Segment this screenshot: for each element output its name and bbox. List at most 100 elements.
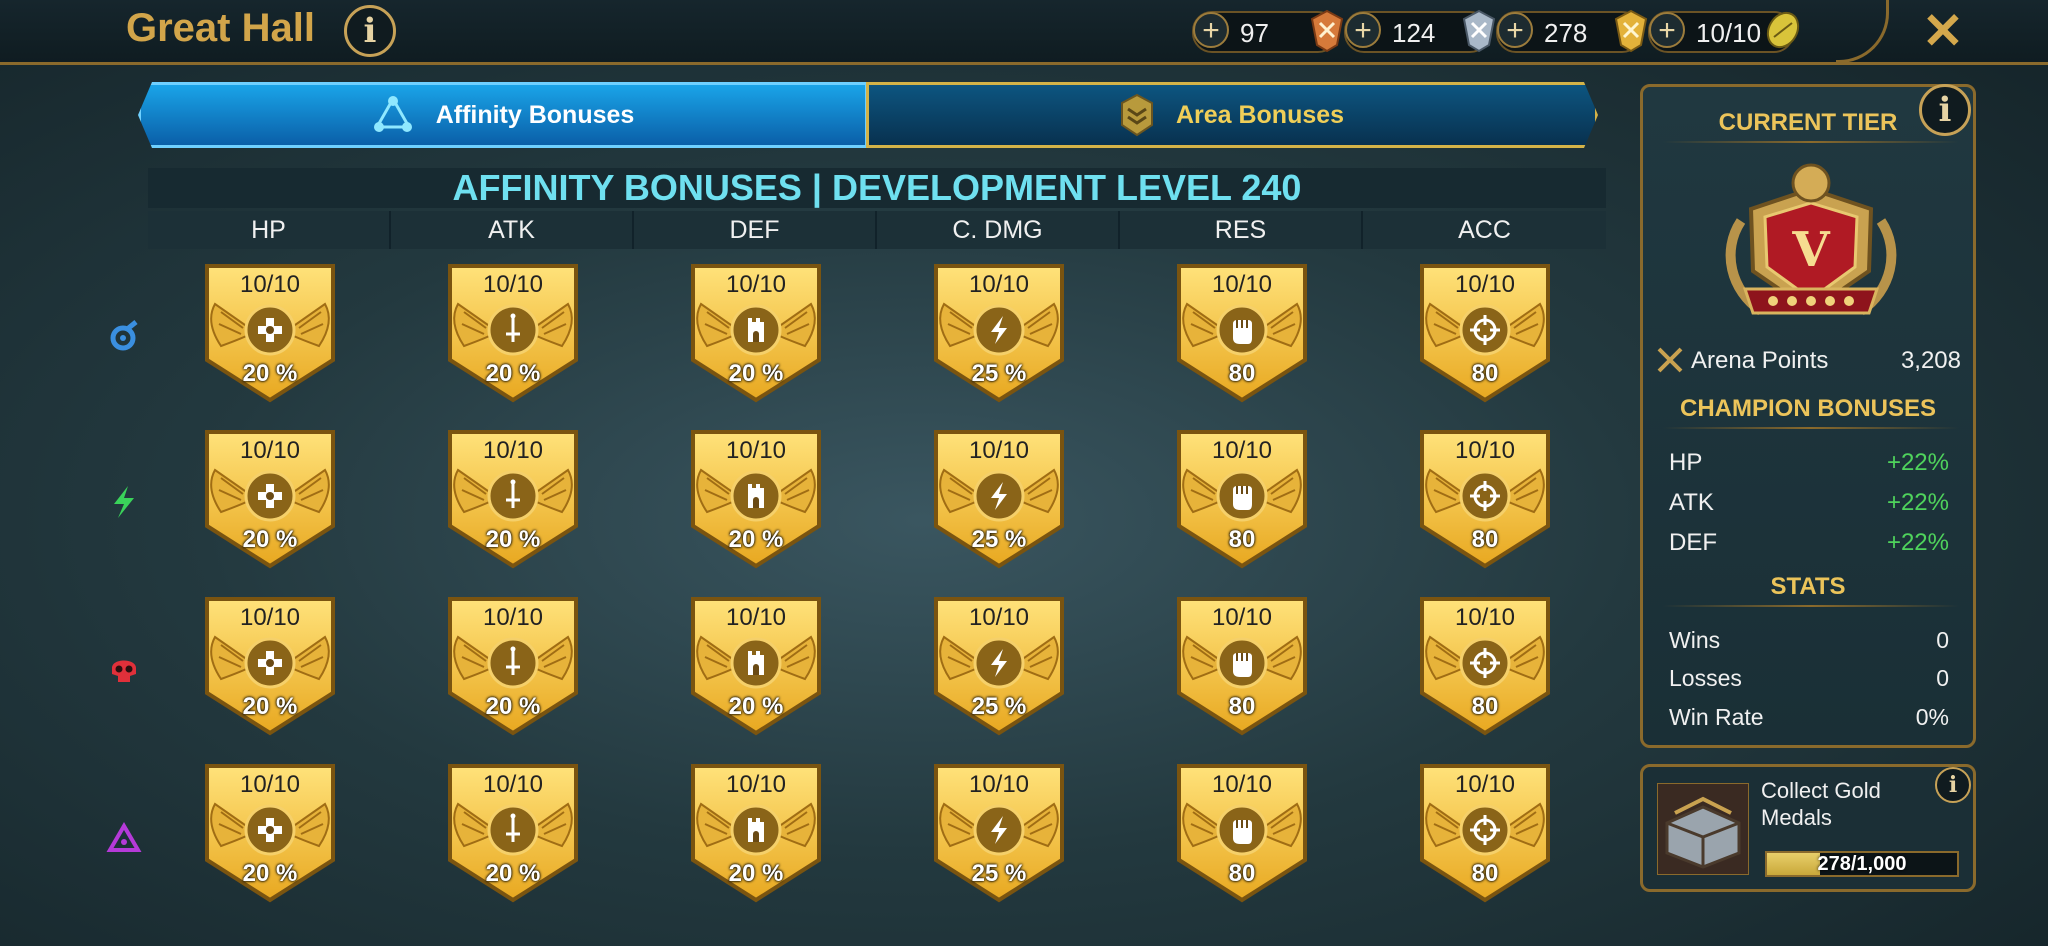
bonus-badge[interactable]: 10/10 80 [1175,595,1309,737]
badge-bonus: 20 % [728,526,784,553]
bonus-value: +22% [1886,529,1949,556]
stat-label: Win Rate [1669,704,1764,730]
resource-bronze: + 97 [1192,9,1344,53]
badge-bonus: 20 % [728,360,784,387]
badge-bonus: 20 % [485,860,541,887]
badge-bonus: 20 % [242,526,298,553]
champion-bonuses-label: CHAMPION BONUSES [1679,395,1937,422]
bonus-badge[interactable]: 10/10 80 [1175,428,1309,570]
bonus-badge[interactable]: 10/10 20 % [689,428,823,570]
bonus-badge[interactable]: 10/10 80 [1175,762,1309,904]
badge-bonus: 20 % [728,860,784,887]
bonus-badge[interactable]: 10/10 80 [1418,428,1552,570]
badge-bonus: 25 % [971,860,1027,887]
top-bar: Great Hall i + 97 + 124 + 278 + 10/10 ✕ [0,0,2048,65]
badge-level: 10/10 [1211,271,1273,298]
magic-affinity-icon [110,320,138,351]
bonus-badge[interactable]: 10/10 20 % [203,595,337,737]
bonus-row: DEF +22% [1669,529,1949,557]
badge-level: 10/10 [725,604,787,631]
resource-value: 97 [1240,18,1269,48]
close-icon[interactable]: ✕ [1922,2,1964,60]
stat-value: 0% [1915,704,1949,730]
header-ornament [1836,0,1889,63]
fist-icon [1233,320,1252,344]
badge-level: 10/10 [239,271,301,298]
bonus-badge[interactable]: 10/10 25 % [932,595,1066,737]
bonus-badge[interactable]: 10/10 25 % [932,262,1066,404]
bonus-badge[interactable]: 10/10 20 % [446,428,580,570]
bonus-badge[interactable]: 10/10 20 % [689,262,823,404]
bonus-tabs: Affinity Bonuses Area Bonuses [138,82,1598,148]
badge-level: 10/10 [725,437,787,464]
bonus-label: ATK [1669,489,1714,516]
badge-bonus: 20 % [485,360,541,387]
badge-bonus: 80 [1471,693,1499,720]
spirit-affinity-icon [114,486,134,518]
stat-row: Wins 0 [1669,627,1949,654]
badge-level: 10/10 [239,437,301,464]
badge-level: 10/10 [482,604,544,631]
column-header-atk: ATK [391,211,634,249]
badge-level: 10/10 [1454,271,1516,298]
tab-affinity-bonuses[interactable]: Affinity Bonuses [138,82,868,148]
stats-label: STATS [1770,573,1846,600]
badge-bonus: 80 [1471,860,1499,887]
resource-gold: + 278 [1496,9,1648,53]
add-token-button[interactable]: + [1649,12,1685,48]
badge-bonus: 20 % [485,693,541,720]
void-affinity-icon [106,822,142,852]
resource-value: 10/10 [1696,18,1762,48]
info-icon[interactable]: i [344,5,396,57]
bonus-badge[interactable]: 10/10 20 % [689,762,823,904]
column-header-cdmg: C. DMG [877,211,1120,249]
bonus-badge[interactable]: 10/10 25 % [932,762,1066,904]
add-silver-button[interactable]: + [1345,12,1381,48]
badge-bonus: 20 % [242,693,298,720]
bonus-badge[interactable]: 10/10 80 [1418,595,1552,737]
badge-level: 10/10 [725,771,787,798]
bonus-badge[interactable]: 10/10 80 [1175,262,1309,404]
badge-level: 10/10 [968,437,1030,464]
grid-title: AFFINITY BONUSES | DEVELOPMENT LEVEL 240 [148,168,1606,208]
bonus-badge[interactable]: 10/10 20 % [203,428,337,570]
badge-bonus: 80 [1471,526,1499,553]
bonus-badge[interactable]: 10/10 80 [1418,762,1552,904]
bonus-badge[interactable]: 10/10 20 % [446,762,580,904]
badge-level: 10/10 [1454,437,1516,464]
arena-token-icon [1766,11,1800,49]
badge-level: 10/10 [239,771,301,798]
stat-row: Win Rate 0% [1669,704,1949,731]
column-header-def: DEF [634,211,877,249]
tab-area-bonuses[interactable]: Area Bonuses [866,82,1598,148]
tab-label: Affinity Bonuses [435,100,635,129]
add-gold-button[interactable]: + [1497,12,1533,48]
bonus-badge[interactable]: 10/10 20 % [203,762,337,904]
badge-level: 10/10 [1454,771,1516,798]
badge-level: 10/10 [1454,604,1516,631]
badge-level: 10/10 [1211,437,1273,464]
bonus-badge[interactable]: 10/10 25 % [932,428,1066,570]
resource-value: 124 [1392,18,1436,48]
tab-label: Area Bonuses [1175,100,1345,129]
add-bronze-button[interactable]: + [1193,12,1229,48]
stat-label: Losses [1669,665,1742,691]
badge-level: 10/10 [1211,771,1273,798]
bonus-badge[interactable]: 10/10 80 [1418,262,1552,404]
quest-info-icon[interactable]: i [1935,767,1971,803]
stat-value: 0 [1936,665,1949,691]
bonus-badge[interactable]: 10/10 20 % [689,595,823,737]
badge-bonus: 25 % [971,693,1027,720]
tier-numeral: V [1791,222,1830,278]
badge-bonus: 20 % [242,360,298,387]
crossed-swords-icon [1657,347,1683,373]
quest-panel[interactable]: i Collect Gold Medals 278/1,000 [1640,764,1976,892]
bonus-badge[interactable]: 10/10 20 % [446,595,580,737]
resource-arena-token: + 10/10 [1648,11,1800,53]
arena-points-value: 3,208 [1900,347,1961,374]
resource-silver: + 124 [1344,9,1496,53]
badge-level: 10/10 [968,604,1030,631]
bonus-badge[interactable]: 10/10 20 % [446,262,580,404]
divider [1663,605,1959,607]
bonus-badge[interactable]: 10/10 20 % [203,262,337,404]
